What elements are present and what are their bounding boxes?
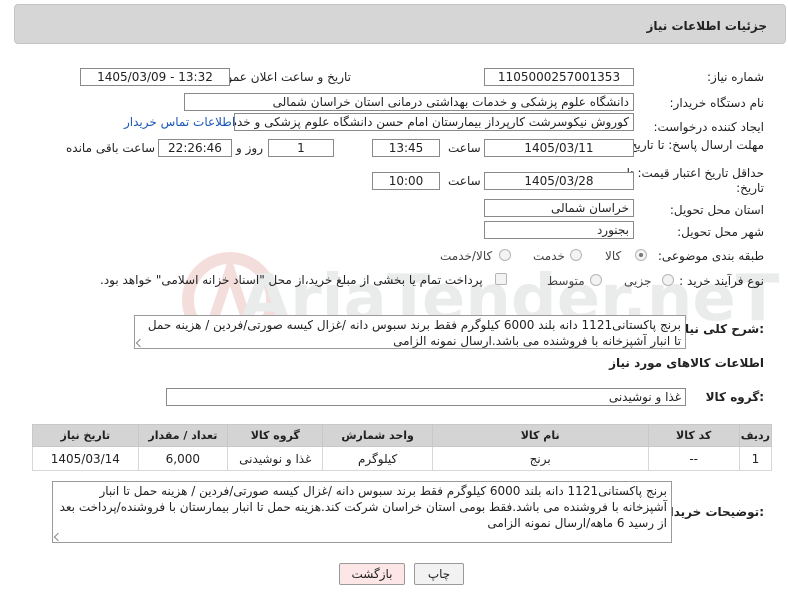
details-panel-header: جزئیات اطلاعات نیاز: [14, 4, 786, 44]
province-label: استان محل تحویل:: [669, 203, 764, 217]
cell-group: غذا و نوشیدنی: [227, 446, 324, 471]
creator-field: کوروش نیکوسرشت کارپرداز بیمارستان امام ح…: [234, 113, 634, 131]
category-option-goods-service: کالا/خدمت: [440, 249, 493, 263]
treasury-payment-note: پرداخت تمام یا بخشی از مبلغ خرید،از محل …: [100, 273, 483, 287]
col-header-need-date: تاریخ نیاز: [32, 424, 139, 447]
process-type-label: نوع فرآیند خرید :: [679, 274, 764, 288]
description-textarea[interactable]: برنج پاکستانی1121 دانه بلند 6000 کیلوگرم…: [134, 315, 686, 349]
col-header-quantity: تعداد / مقدار: [137, 424, 229, 447]
col-header-row-number: ردیف: [738, 424, 773, 447]
category-label: طبقه بندی موضوعی:: [657, 249, 764, 263]
buyer-notes-label: توضیحات خریدار:: [662, 505, 764, 519]
goods-table: ردیف کد کالا نام کالا واحد شمارش گروه کا…: [32, 424, 773, 471]
panel-title: جزئیات اطلاعات نیاز: [646, 19, 767, 33]
col-header-item-name: نام کالا: [431, 424, 649, 447]
buyer-notes-textarea[interactable]: برنج پاکستانی1121 دانه بلند 6000 کیلوگرم…: [52, 481, 672, 543]
col-header-unit: واحد شمارش: [322, 424, 433, 447]
buyer-org-field: دانشگاه علوم پزشکی و خدمات بهداشتی درمان…: [184, 93, 634, 111]
buyer-contact-link[interactable]: اطلاعات تماس خریدار: [124, 115, 235, 129]
cell-unit: کیلوگرم: [322, 446, 433, 471]
cell-need-date: 1405/03/14: [32, 446, 139, 471]
deadline-time-label: ساعت: [448, 141, 481, 155]
resize-handle-icon[interactable]: [53, 532, 63, 542]
description-label: شرح کلی نیاز:: [678, 322, 764, 336]
buyer-notes-text: برنج پاکستانی1121 دانه بلند 6000 کیلوگرم…: [59, 484, 667, 530]
buyer-org-label: نام دستگاه خریدار:: [669, 96, 765, 110]
cell-row-number: 1: [738, 446, 773, 471]
cell-quantity: 6,000: [137, 446, 229, 471]
category-radio-goods[interactable]: [635, 249, 647, 261]
remaining-time-label: ساعت باقی مانده: [66, 141, 156, 155]
treasury-payment-checkbox[interactable]: [495, 273, 507, 285]
description-text: برنج پاکستانی1121 دانه بلند 6000 کیلوگرم…: [147, 318, 681, 348]
table-header-row: ردیف کد کالا نام کالا واحد شمارش گروه کا…: [32, 424, 773, 447]
announce-datetime-field: 1405/03/09 - 13:32: [80, 68, 230, 86]
days-and-label: روز و: [236, 141, 263, 155]
process-option-medium: متوسط: [547, 274, 585, 288]
process-radio-minor[interactable]: [662, 274, 674, 286]
category-option-service: خدمت: [533, 249, 565, 263]
deadline-label: مهلت ارسال پاسخ: تا تاریخ:: [625, 138, 764, 152]
category-option-goods: کالا: [605, 249, 622, 263]
col-header-group: گروه کالا: [227, 424, 324, 447]
deadline-time-field: 13:45: [372, 139, 440, 157]
goods-group-field: غذا و نوشیدنی: [166, 388, 686, 406]
category-radio-goods-service[interactable]: [499, 249, 511, 261]
resize-handle-icon[interactable]: [135, 338, 145, 348]
col-header-item-code: کد کالا: [647, 424, 740, 447]
price-valid-date-field: 1405/03/28: [484, 172, 634, 190]
cell-item-name: برنج: [431, 446, 649, 471]
price-valid-time-field: 10:00: [372, 172, 440, 190]
remaining-time-field: 22:26:46: [158, 139, 232, 157]
days-remaining-field: 1: [268, 139, 334, 157]
table-row: 1 -- برنج کیلوگرم غذا و نوشیدنی 6,000 14…: [32, 446, 773, 471]
goods-info-title: اطلاعات کالاهای مورد نیاز: [609, 356, 764, 370]
need-number-field: 1105000257001353: [484, 68, 634, 86]
print-button[interactable]: چاپ: [414, 563, 464, 585]
deadline-date-field: 1405/03/11: [484, 139, 634, 157]
price-valid-time-label: ساعت: [448, 174, 481, 188]
category-radio-service[interactable]: [570, 249, 582, 261]
process-radio-medium[interactable]: [590, 274, 602, 286]
need-number-label: شماره نیاز:: [707, 70, 764, 84]
province-field: خراسان شمالی: [484, 199, 634, 217]
process-option-minor: جزیی: [624, 274, 652, 288]
back-button[interactable]: بازگشت: [339, 563, 405, 585]
price-valid-label: حداقل تاریخ اعتبار قیمت: تا تاریخ:: [626, 166, 764, 195]
city-label: شهر محل تحویل:: [677, 225, 764, 239]
creator-label: ایجاد کننده درخواست:: [653, 120, 764, 134]
cell-item-code: --: [647, 446, 740, 471]
city-field: بجنورد: [484, 221, 634, 239]
goods-group-label: گروه کالا:: [705, 390, 764, 404]
